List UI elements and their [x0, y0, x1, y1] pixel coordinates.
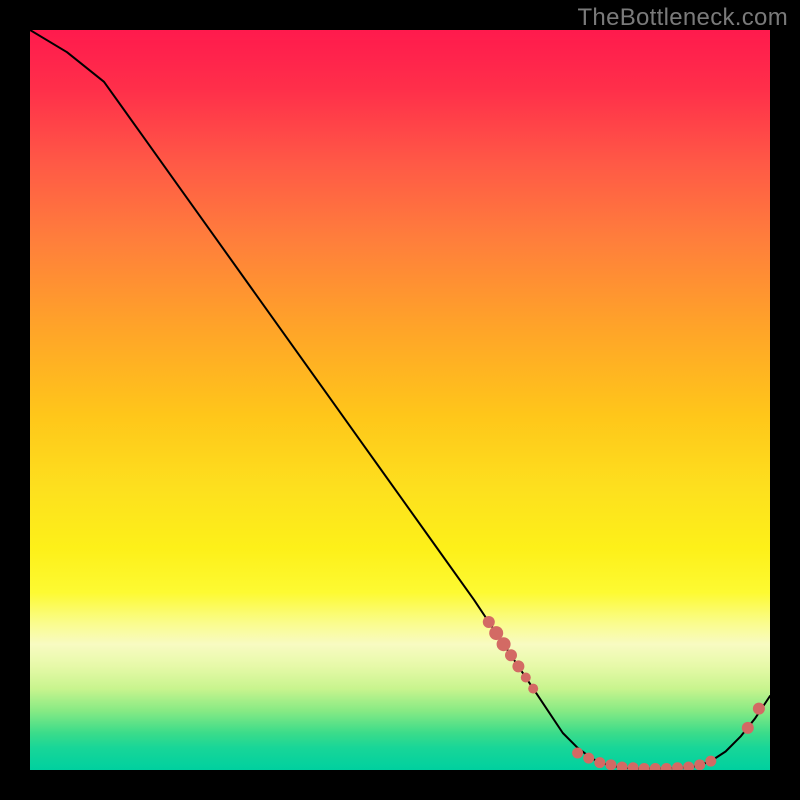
- data-marker: [650, 763, 661, 770]
- data-marker: [753, 703, 765, 715]
- marker-group: [483, 616, 765, 770]
- data-marker: [694, 759, 705, 770]
- data-marker: [628, 762, 639, 770]
- data-marker: [521, 673, 531, 683]
- data-marker: [528, 684, 538, 694]
- chart-svg: [30, 30, 770, 770]
- data-marker: [661, 763, 672, 770]
- data-marker: [705, 756, 716, 767]
- data-marker: [505, 649, 517, 661]
- data-marker: [683, 762, 694, 770]
- data-marker: [583, 753, 594, 764]
- data-marker: [594, 757, 605, 768]
- data-marker: [512, 660, 524, 672]
- data-marker: [572, 747, 583, 758]
- data-marker: [742, 722, 754, 734]
- data-marker: [605, 759, 616, 770]
- attribution-label: TheBottleneck.com: [577, 4, 788, 32]
- data-marker: [497, 637, 511, 651]
- bottleneck-curve: [30, 30, 770, 769]
- plot-area: [30, 30, 770, 770]
- data-marker: [483, 616, 495, 628]
- data-marker: [639, 763, 650, 770]
- data-marker: [672, 762, 683, 770]
- data-marker: [617, 762, 628, 770]
- chart-frame: TheBottleneck.com: [0, 0, 800, 800]
